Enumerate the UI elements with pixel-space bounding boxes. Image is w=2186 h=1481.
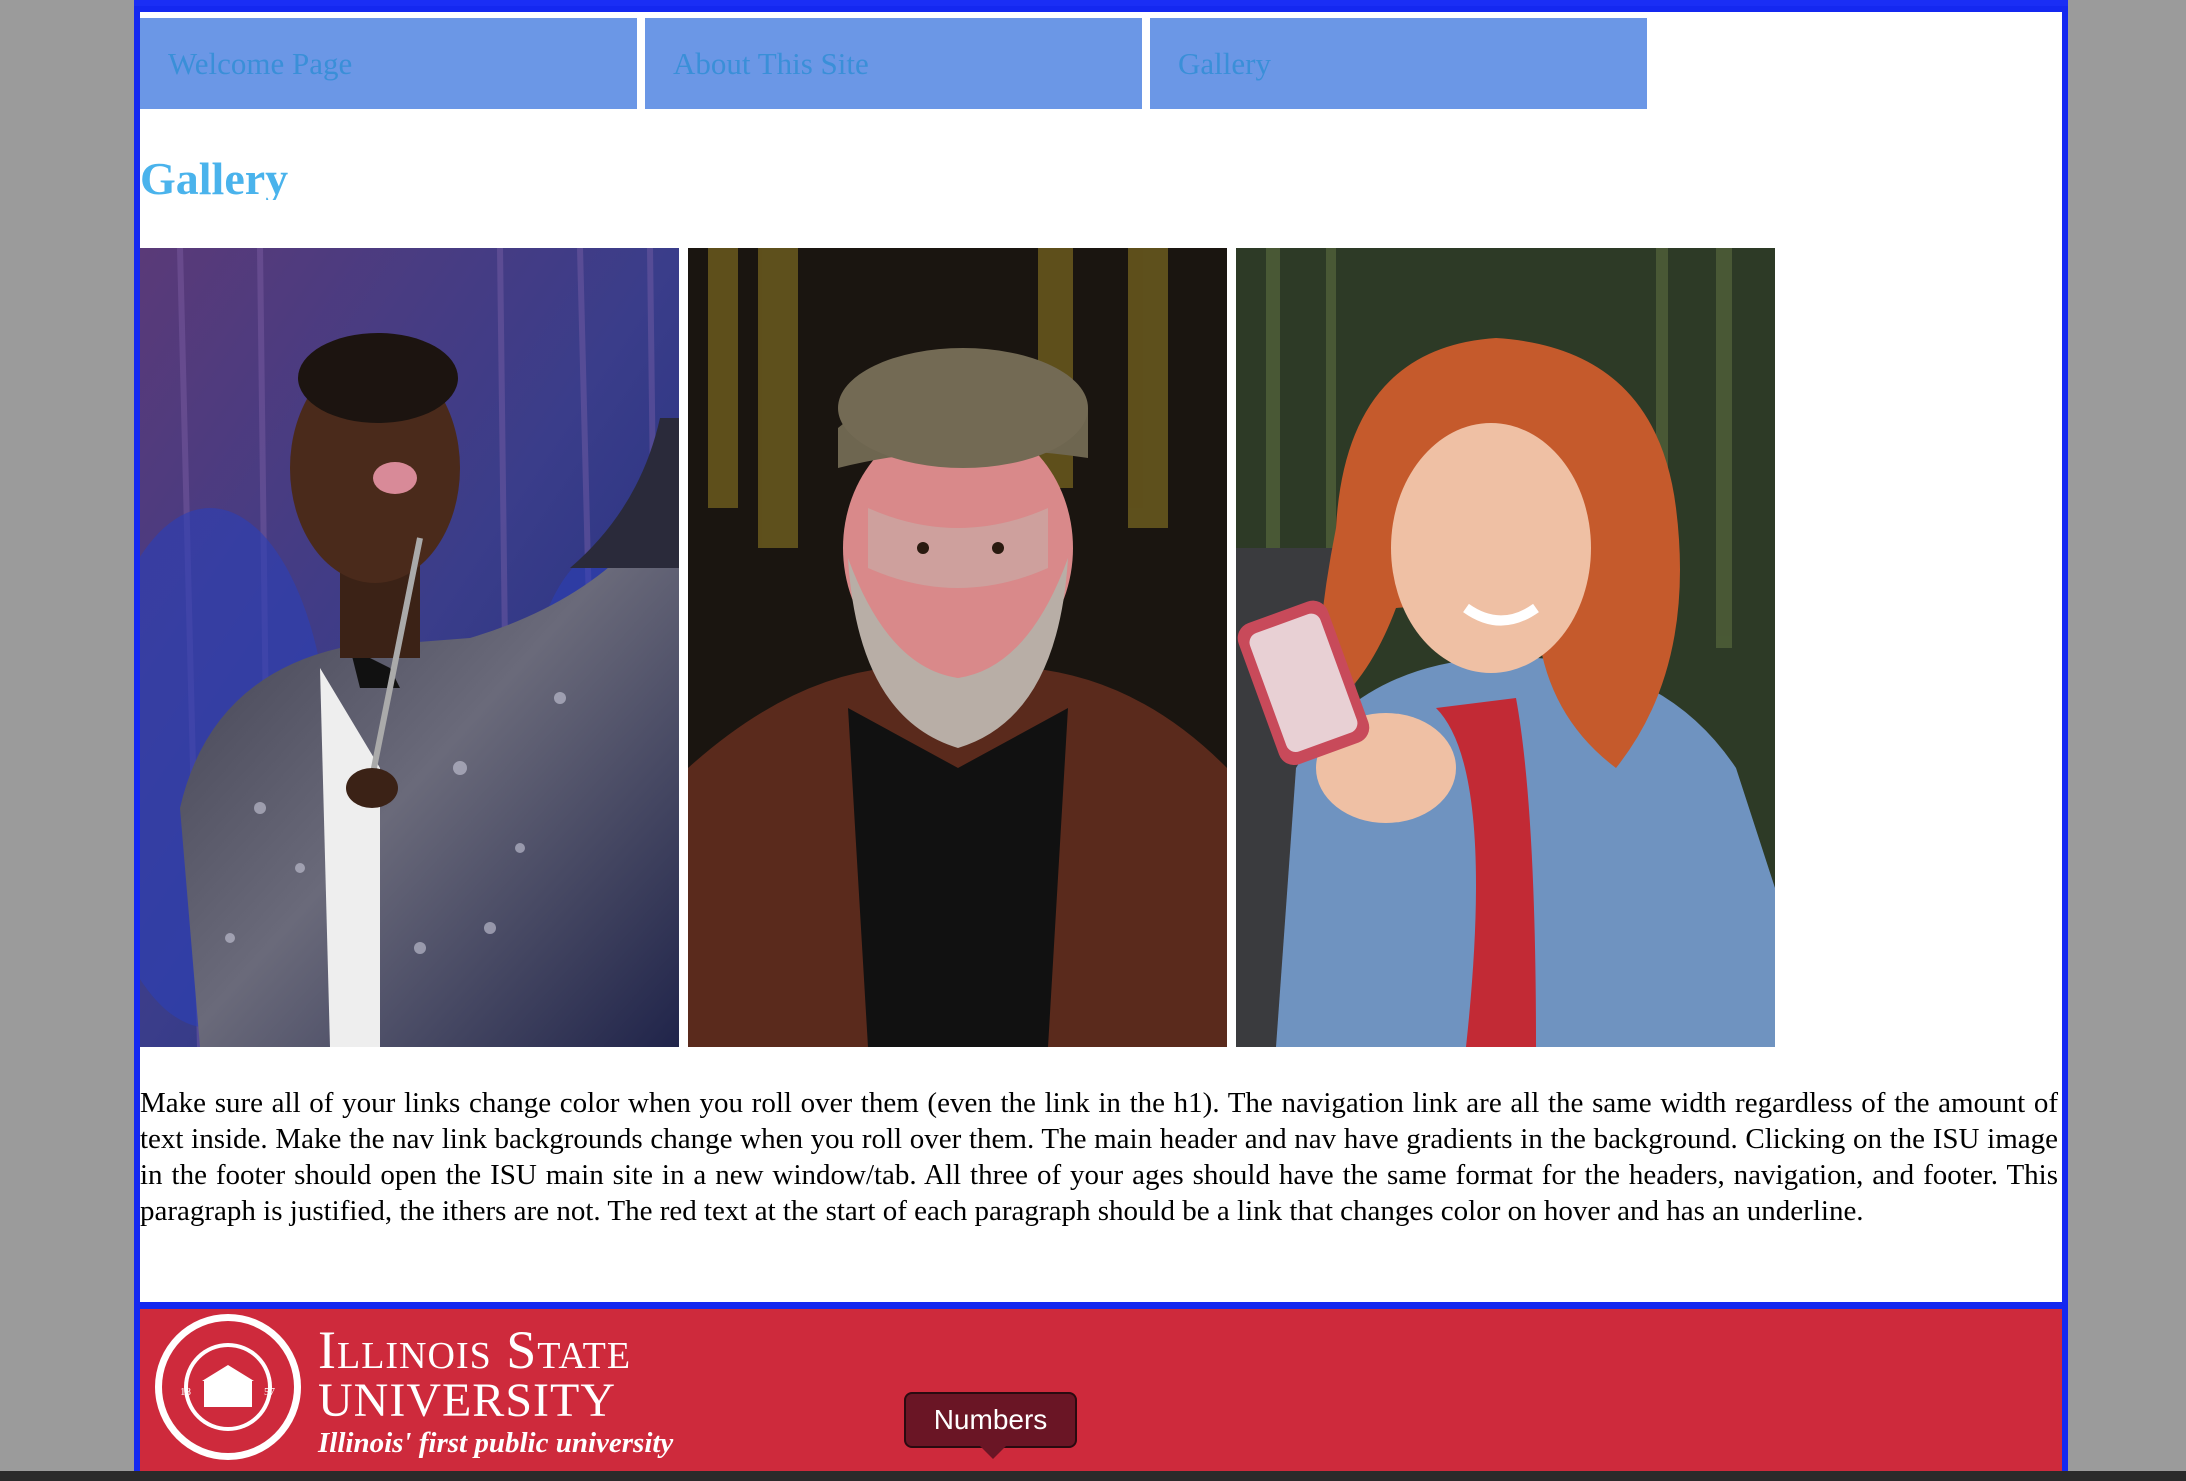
main-content: Make sure all of your links change color… [134,200,2068,1309]
isu-seal-icon: 18 57 [155,1314,301,1460]
page-title[interactable]: Gallery [140,152,288,205]
window-right-margin [2068,0,2186,1481]
tooltip-arrow [980,1446,1006,1459]
numbers-tooltip: Numbers [904,1392,1077,1448]
gallery-image-woman [1236,248,1775,1047]
isu-logo-line2: UNIVERSITY [318,1374,616,1427]
isu-logo-link[interactable]: 18 57 Illinois State UNIVERSITY Illinois… [146,1309,726,1469]
gallery-image-singer [140,248,679,1047]
gallery [140,248,1775,1047]
gallery-image-bearded-man [688,248,1227,1047]
window-left-margin [0,0,134,1481]
isu-logo-line1: Illinois State [318,1320,632,1380]
footer: 18 57 Illinois State UNIVERSITY Illinois… [134,1309,2068,1481]
header: Welcome Page About This Site Gallery Gal… [134,6,2068,206]
description-paragraph: Make sure all of your links change color… [140,1087,2058,1227]
isu-tagline: Illinois' first public university [318,1427,674,1459]
nav-link-welcome[interactable]: Welcome Page [140,18,637,109]
nav-link-gallery[interactable]: Gallery [1150,18,1647,109]
nav-link-about[interactable]: About This Site [645,18,1142,109]
dock-strip [0,1471,2186,1481]
svg-text:18: 18 [180,1386,192,1398]
main-nav: Welcome Page About This Site Gallery [140,18,1647,109]
page: Welcome Page About This Site Gallery Gal… [134,0,2068,1481]
svg-text:57: 57 [264,1386,276,1398]
